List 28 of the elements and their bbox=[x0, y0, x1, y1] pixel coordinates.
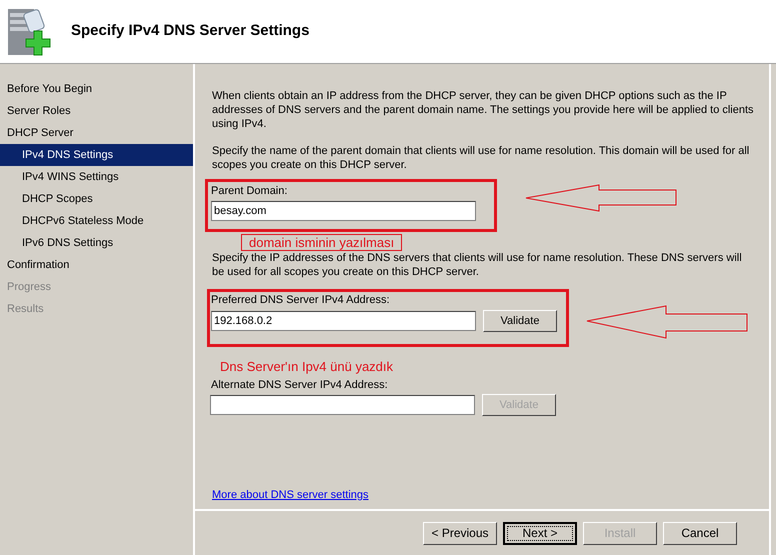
field-label: Preferred DNS Server IPv4 Address: bbox=[211, 293, 391, 307]
annotation-text: Dns Server'ın Ipv4 ünü yazdık bbox=[220, 359, 394, 374]
step-item[interactable]: Server Roles bbox=[0, 100, 193, 122]
page-title: Specify IPv4 DNS Server Settings bbox=[71, 21, 310, 42]
input-field[interactable]: 192.168.0.2 bbox=[211, 311, 476, 331]
step-item[interactable]: DHCPv6 Stateless Mode bbox=[0, 210, 193, 232]
left-arrow-icon bbox=[586, 305, 748, 339]
annotation-label: domain isminin yazılması bbox=[241, 234, 402, 251]
left-arrow-icon bbox=[525, 184, 677, 212]
input-field[interactable] bbox=[210, 395, 475, 415]
step-item[interactable]: DHCP Scopes bbox=[0, 188, 193, 210]
step-item[interactable]: IPv6 DNS Settings bbox=[0, 232, 193, 254]
next-button[interactable]: Next > bbox=[503, 522, 577, 544]
input-field[interactable]: besay.com bbox=[211, 201, 476, 221]
cancel-button[interactable]: Cancel bbox=[663, 522, 737, 544]
previous-button[interactable]: < Previous bbox=[423, 522, 497, 544]
domain-hint-text: Specify the name of the parent domain that clients will use for name resolution. This domain will be used for all scopes you create on this DHCP server. bbox=[212, 144, 750, 172]
dns-hint-text: Specify the IP addresses of the DNS servers that clients will use for name resolution. These DNS servers will be used for all scopes you create on this DHCP server. bbox=[212, 251, 743, 279]
field-label: Alternate DNS Server IPv4 Address: bbox=[211, 378, 389, 392]
step-item[interactable]: IPv4 WINS Settings bbox=[0, 166, 193, 188]
step-item[interactable]: IPv4 DNS Settings bbox=[0, 144, 193, 166]
step-item[interactable]: Confirmation bbox=[0, 254, 193, 276]
field-label: Parent Domain: bbox=[211, 184, 288, 198]
intro-text: When clients obtain an IP address from the DHCP server, they can be given DHCP options such as the IP addresses of DNS servers and the parent domain name. The settings you provide here will be applied to clients using IPv4. bbox=[212, 89, 755, 131]
step-item[interactable]: DHCP Server bbox=[0, 122, 193, 144]
help-link[interactable]: More about DNS server settings bbox=[212, 488, 369, 502]
step-item[interactable]: Before You Begin bbox=[0, 78, 193, 100]
validate-button[interactable]: Validate bbox=[483, 310, 557, 332]
